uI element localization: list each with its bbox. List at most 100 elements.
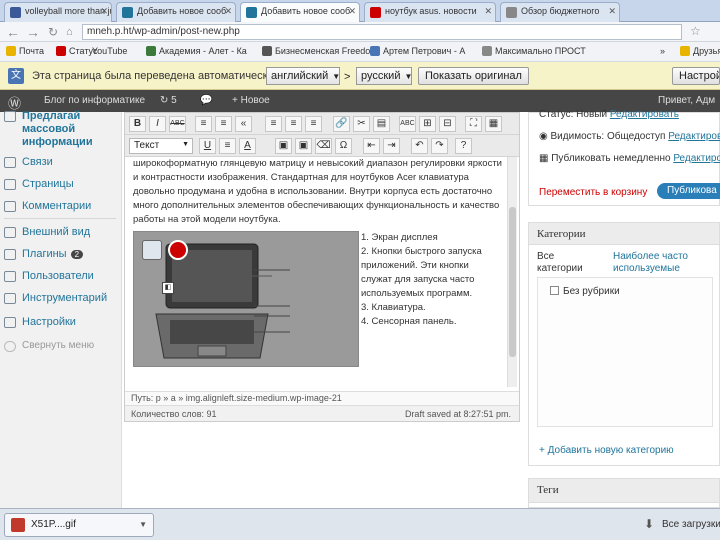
distraction-free-button[interactable]: ⛶ <box>465 116 482 132</box>
kitchen-sink-button[interactable]: ⊟ <box>439 116 456 132</box>
browser-tab-2[interactable]: Добавить новое сооб ✕ <box>240 2 360 22</box>
justify-button[interactable]: ≡ <box>219 138 236 154</box>
collapse-menu-button[interactable]: Свернуть меню <box>4 340 94 352</box>
close-icon[interactable]: ✕ <box>224 6 232 17</box>
updates-link[interactable]: ↻ 5 <box>160 95 177 106</box>
scrollbar-thumb[interactable] <box>509 207 516 357</box>
reload-icon[interactable]: ↻ <box>48 25 58 39</box>
publish-button[interactable]: Публикова <box>657 183 720 199</box>
bookmark-3[interactable]: Академия - Алет - Ка <box>146 46 247 56</box>
editor-content[interactable]: широкоформатную глянцевую матрицу и невы… <box>133 157 503 387</box>
forward-icon[interactable]: → <box>26 24 40 40</box>
editor-scrollbar[interactable] <box>507 157 517 387</box>
close-icon[interactable]: ✕ <box>100 6 108 17</box>
sidebar-item-plugins[interactable]: Плагины 2 <box>4 248 84 260</box>
unlink-button[interactable]: ✂ <box>353 116 370 132</box>
insert-more-button[interactable]: ▤ <box>373 116 390 132</box>
format-select[interactable]: Текст ▼ <box>129 138 193 154</box>
bullet-list-button[interactable]: ≡ <box>195 116 212 132</box>
close-icon[interactable]: ✕ <box>608 6 616 17</box>
from-language-select[interactable]: английский ▼ <box>266 67 340 85</box>
bookmark-8[interactable]: Друзья <box>680 46 720 56</box>
download-item[interactable]: X51P....gif ▼ <box>4 513 154 537</box>
bookmark-5[interactable]: Артем Петрович - А <box>370 46 465 56</box>
edit-image-icon[interactable] <box>142 240 162 260</box>
bookmark-more[interactable]: » <box>660 46 665 56</box>
chevron-down-icon[interactable]: ▼ <box>139 520 147 529</box>
user-greeting[interactable]: Привет, Адм <box>658 95 715 106</box>
comments-icon[interactable]: 💬 <box>200 95 212 106</box>
show-all-downloads-link[interactable]: Все загрузки <box>662 519 720 530</box>
sidebar-item-media[interactable]: Предлагай массовой информации <box>4 110 93 149</box>
tags-box: Теги <box>528 478 720 508</box>
outdent-button[interactable]: ⇤ <box>363 138 380 154</box>
back-icon[interactable]: ← <box>6 24 20 40</box>
sidebar-item-pages[interactable]: Страницы <box>4 178 74 190</box>
browser-tab-1[interactable]: Добавить новое сооб ✕ <box>116 2 236 22</box>
close-icon[interactable]: ✕ <box>484 6 492 17</box>
edit-visibility-link[interactable]: Редактироват <box>668 131 720 142</box>
indent-button[interactable]: ⇥ <box>383 138 400 154</box>
sidebar-item-appearance[interactable]: Внешний вид <box>4 226 90 238</box>
site-name-link[interactable]: Блог по информатике <box>44 95 145 106</box>
home-icon[interactable]: ⌂ <box>66 26 73 38</box>
underline-button[interactable]: U <box>199 138 216 154</box>
text-color-button[interactable]: A <box>239 138 256 154</box>
clear-formatting-button[interactable]: ⌫ <box>315 138 332 154</box>
numbered-list-button[interactable]: ≡ <box>215 116 232 132</box>
add-category-link[interactable]: + Добавить новую категорию <box>539 445 674 456</box>
redo-button[interactable]: ↷ <box>431 138 448 154</box>
bookmark-6[interactable]: Максимально ПРОСТ <box>482 46 586 56</box>
undo-button[interactable]: ↶ <box>411 138 428 154</box>
sidebar-item-tools[interactable]: Инструментарий <box>4 292 107 304</box>
sidebar-item-label: Плагины <box>22 248 67 260</box>
special-character-button[interactable]: Ω <box>335 138 352 154</box>
spellcheck-button[interactable]: ABC <box>399 116 416 132</box>
browser-tab-3[interactable]: ноутбук asus. новости ✕ <box>364 2 496 22</box>
sidebar-item-settings[interactable]: Настройки <box>4 316 76 328</box>
bookmark-0[interactable]: Почта <box>6 46 44 56</box>
strikethrough-button[interactable]: ABC <box>169 116 186 132</box>
sidebar-item-users[interactable]: Пользователи <box>4 270 94 282</box>
star-icon[interactable]: ☆ <box>690 24 701 38</box>
sidebar-item-comments[interactable]: Комментарии <box>4 200 91 212</box>
categories-title[interactable]: Категории <box>529 223 719 245</box>
insert-link-button[interactable]: 🔗 <box>333 116 350 132</box>
browser-tab-0[interactable]: volleyball more than ju ✕ <box>4 2 112 22</box>
close-icon[interactable]: ✕ <box>348 6 356 17</box>
toggle-toolbar-button[interactable]: ▦ <box>485 116 502 132</box>
tab-all-categories[interactable]: Все категории <box>537 251 601 275</box>
edit-publish-date-link[interactable]: Редактиров <box>673 153 720 164</box>
new-content-link[interactable]: + Новое <box>232 95 270 106</box>
fullscreen-button[interactable]: ⊞ <box>419 116 436 132</box>
sidebar-item-links[interactable]: Связи <box>4 156 53 168</box>
browser-tab-4[interactable]: Обзор бюджетного ✕ <box>500 2 620 22</box>
calendar-icon: ▦ <box>539 153 549 164</box>
address-bar[interactable]: mneh.p.ht/wp-admin/post-new.php <box>82 24 682 40</box>
move-to-trash-link[interactable]: Переместить в корзину <box>539 187 647 198</box>
translate-settings-button[interactable]: Настрой <box>672 67 720 85</box>
tab-popular-categories[interactable]: Наиболее часто используемые <box>613 251 713 275</box>
bookmark-2[interactable]: YouTube <box>92 46 127 56</box>
bookmark-4[interactable]: Бизнесменская Freedo <box>262 46 370 56</box>
to-language-select[interactable]: русский ▼ <box>356 67 412 85</box>
show-original-button[interactable]: Показать оригинал <box>418 67 529 85</box>
edit-status-link[interactable]: Редактировать <box>610 109 679 120</box>
bold-button[interactable]: B <box>129 116 146 132</box>
align-right-button[interactable]: ≡ <box>305 116 322 132</box>
align-center-button[interactable]: ≡ <box>285 116 302 132</box>
delete-image-icon[interactable] <box>168 240 188 260</box>
laptop-image[interactable]: ◧ <box>133 231 359 367</box>
paste-text-button[interactable]: ▣ <box>275 138 292 154</box>
paste-word-button[interactable]: ▣ <box>295 138 312 154</box>
help-button[interactable]: ? <box>455 138 472 154</box>
italic-button[interactable]: I <box>149 116 166 132</box>
sidebar-item-label: Внешний вид <box>22 226 91 238</box>
sidebar-item-label: информации <box>22 136 93 148</box>
blockquote-button[interactable]: « <box>235 116 252 132</box>
align-left-button[interactable]: ≡ <box>265 116 282 132</box>
sidebar-item-label: Предлагай <box>22 110 81 122</box>
tags-title[interactable]: Теги <box>529 479 719 503</box>
category-item[interactable]: Без рубрики <box>550 286 620 297</box>
category-checkbox[interactable] <box>550 286 559 295</box>
